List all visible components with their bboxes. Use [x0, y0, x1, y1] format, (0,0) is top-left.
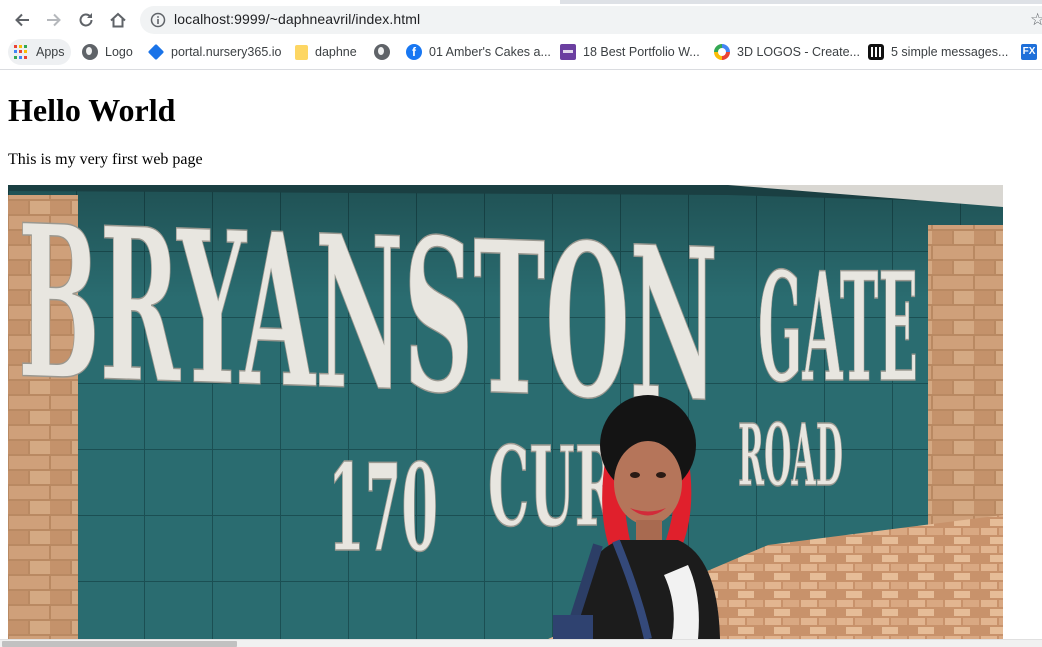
- page-paragraph: This is my very first web page: [8, 151, 203, 168]
- reload-button[interactable]: [72, 6, 100, 34]
- sign-street: CUR: [488, 422, 619, 551]
- bookmark-label: Apps: [36, 45, 65, 59]
- bookmark-fx[interactable]: FX: [1021, 39, 1037, 65]
- forward-button[interactable]: [40, 6, 68, 34]
- site-info-icon[interactable]: [150, 12, 166, 28]
- bookmark-folder-daphne[interactable]: daphne: [295, 39, 357, 65]
- sign-photo: BRYANSTON GATE 170 CUR ROAD: [8, 185, 1003, 639]
- page-heading: Hello World: [8, 92, 176, 128]
- bookmark-best-portfolio[interactable]: 18 Best Portfolio W...: [560, 39, 700, 65]
- bookmarks-bar: Apps Logo portal.nursery365.io daphne f …: [0, 37, 1042, 70]
- browser-toolbar: localhost:9999/~daphneavril/index.html ☆: [0, 4, 1042, 37]
- home-button[interactable]: [104, 6, 132, 34]
- colorlib-icon: [560, 44, 576, 60]
- bookmark-label: portal.nursery365.io: [171, 45, 282, 59]
- horizontal-scrollbar[interactable]: [0, 639, 1042, 647]
- forward-arrow-icon: [47, 13, 61, 27]
- bookmark-untitled-globe[interactable]: [374, 39, 390, 65]
- sign-word-gate: GATE: [758, 240, 918, 416]
- bookmark-ambers-cakes[interactable]: f 01 Amber's Cakes a...: [406, 39, 551, 65]
- address-bar[interactable]: localhost:9999/~daphneavril/index.html ☆: [140, 6, 1042, 34]
- bookmark-3d-logos[interactable]: 3D LOGOS - Create...: [714, 39, 860, 65]
- bookmark-label: 01 Amber's Cakes a...: [429, 45, 551, 59]
- globe-icon: [82, 44, 98, 60]
- url-text[interactable]: localhost:9999/~daphneavril/index.html: [174, 11, 420, 27]
- bookmark-simple-messages[interactable]: 5 simple messages...: [868, 39, 1008, 65]
- colorful-circle-icon: [714, 44, 730, 60]
- bookmark-logo[interactable]: Logo: [82, 39, 133, 65]
- intercom-icon: [868, 44, 884, 60]
- facebook-icon: f: [406, 44, 422, 60]
- bookmark-label: 5 simple messages...: [891, 45, 1009, 59]
- page-content: Hello World This is my very first web pa…: [0, 71, 1042, 639]
- apps-grid-icon: [14, 44, 29, 60]
- home-icon: [110, 12, 126, 28]
- bookmark-apps[interactable]: Apps: [8, 39, 71, 65]
- globe-icon: [374, 44, 390, 60]
- back-arrow-icon: [15, 13, 29, 27]
- bookmark-label: daphne: [315, 45, 357, 59]
- fx-icon: FX: [1021, 44, 1037, 60]
- scrollbar-thumb[interactable]: [2, 641, 237, 647]
- bookmark-label: 3D LOGOS - Create...: [737, 45, 860, 59]
- diamond-icon: [147, 43, 165, 61]
- folder-icon: [295, 44, 308, 60]
- sign-number: 170: [328, 438, 438, 579]
- back-button[interactable]: [8, 6, 36, 34]
- bookmark-label: Logo: [105, 45, 133, 59]
- reload-icon: [79, 13, 93, 27]
- bookmark-portal-nursery365[interactable]: portal.nursery365.io: [147, 39, 282, 65]
- bookmark-label: 18 Best Portfolio W...: [583, 45, 700, 59]
- bookmark-star-icon[interactable]: ☆: [1030, 10, 1042, 30]
- sign-word-bryanston: BRYANSTON: [18, 185, 718, 450]
- photo-illustration: BRYANSTON GATE 170 CUR ROAD: [8, 185, 1003, 639]
- sign-road: ROAD: [738, 406, 843, 506]
